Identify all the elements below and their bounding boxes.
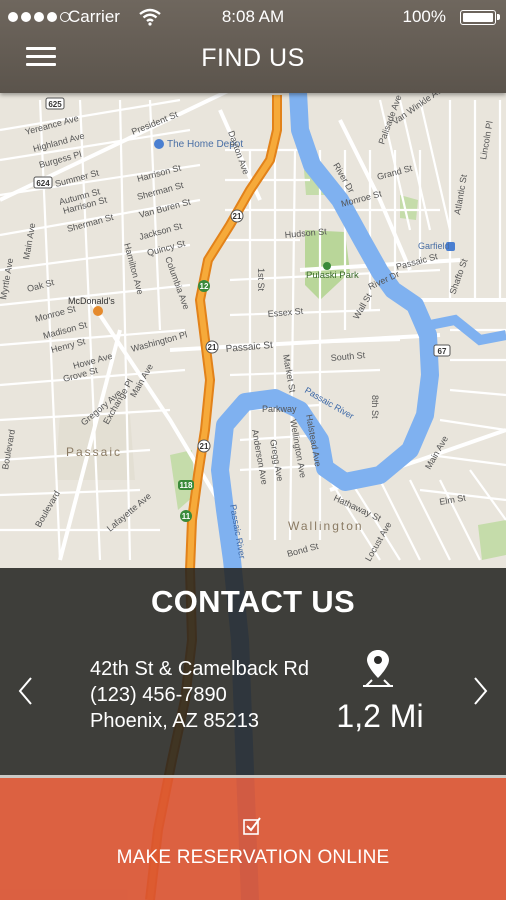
shield-12: 12	[200, 282, 209, 291]
store-marker-icon[interactable]	[154, 139, 164, 149]
label-pulaski-park: Pulaski Park	[306, 270, 359, 281]
page-title: FIND US	[201, 44, 305, 72]
shield-21c: 21	[200, 442, 209, 451]
reservation-label: MAKE RESERVATION ONLINE	[116, 847, 390, 868]
shield-11: 11	[182, 512, 191, 521]
park-area	[478, 520, 506, 560]
label-passaic-city: Passaic	[66, 445, 122, 459]
location-pin-icon[interactable]	[360, 648, 396, 688]
battery-icon	[460, 10, 500, 25]
make-reservation-button[interactable]: MAKE RESERVATION ONLINE	[0, 778, 506, 900]
address-street: 42th St & Camelback Rd	[90, 658, 309, 680]
battery-percent: 100%	[402, 7, 446, 26]
shield-118: 118	[180, 481, 193, 490]
label-8th-st: 8th St	[370, 395, 380, 419]
find-us-screen: 625 624 21 12 21 21 118 11 67 President …	[0, 0, 506, 900]
contact-panel: CONTACT US 42th St & Camelback Rd (123) …	[0, 568, 506, 776]
contact-title: CONTACT US	[151, 584, 355, 619]
previous-arrow-icon[interactable]	[16, 676, 36, 706]
shield-21: 21	[233, 212, 242, 221]
restaurant-marker-icon[interactable]	[93, 306, 103, 316]
shield-67: 67	[438, 347, 447, 356]
shield-625: 625	[48, 100, 62, 109]
shield-624: 624	[36, 179, 50, 188]
label-garfield: Garfield	[418, 241, 450, 251]
next-arrow-icon[interactable]	[470, 676, 490, 706]
label-1st-st: 1st St	[256, 268, 266, 292]
label-parkway: Parkway	[262, 404, 297, 414]
app-header: Carrier 8:08 AM 100% FIND US	[0, 0, 506, 93]
checkbox-icon	[243, 817, 261, 835]
label-wallington: Wallington	[288, 519, 364, 533]
label-mcdonalds: McDonald's	[68, 296, 115, 306]
contact-phone[interactable]: (123) 456-7890	[90, 682, 309, 708]
park-marker-icon[interactable]	[323, 262, 331, 270]
distance-value: 1,2 Mi	[336, 698, 424, 734]
address-city: Phoenix, AZ 85213	[90, 710, 260, 732]
shield-21b: 21	[208, 343, 217, 352]
contact-address: 42th St & Camelback Rd (123) 456-7890 Ph…	[90, 656, 309, 734]
status-bar: Carrier 8:08 AM 100%	[0, 0, 506, 34]
